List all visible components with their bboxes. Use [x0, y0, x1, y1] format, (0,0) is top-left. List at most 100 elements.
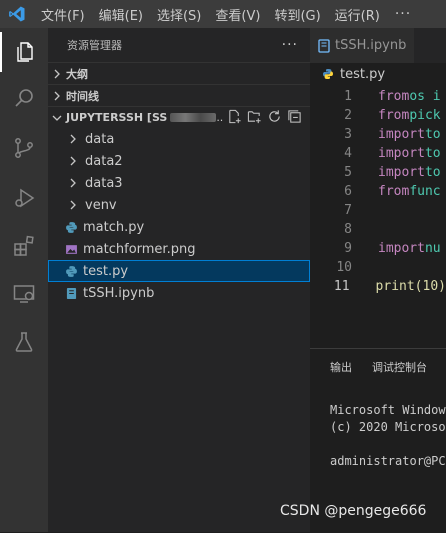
line-number: 1	[344, 89, 352, 104]
tree-folder[interactable]: data	[48, 128, 310, 150]
remote-explorer-icon[interactable]	[0, 274, 48, 314]
tree-file[interactable]: match.py	[48, 216, 310, 238]
code-keyword: from	[378, 89, 410, 104]
menu-item[interactable]: 选择(S)	[150, 5, 208, 24]
tree-item-label: tSSH.ipynb	[83, 285, 155, 301]
line-number: 3	[344, 127, 352, 142]
code-line: 6 from func	[310, 182, 446, 201]
image-file-icon	[63, 243, 79, 256]
collapse-all-icon[interactable]	[287, 109, 302, 127]
code-keyword: from	[378, 108, 410, 123]
code-text: nu	[424, 241, 441, 256]
terminal[interactable]: Microsoft Windows (c) 2020 Microsof admini…	[310, 385, 446, 471]
tree-file[interactable]: test.py	[48, 260, 310, 282]
explorer-title: 资源管理器	[67, 39, 122, 52]
code-keyword: import	[378, 165, 425, 180]
menu-item[interactable]: 转到(G)	[267, 5, 327, 24]
menu-item[interactable]: 查看(V)	[208, 5, 267, 24]
panel-tab[interactable]: 输出	[330, 359, 352, 375]
code-text: print(10)	[375, 279, 446, 294]
panel-tab[interactable]: 调试控制台	[372, 359, 427, 375]
menu-item[interactable]: 文件(F)	[34, 5, 92, 24]
line-number: 5	[344, 165, 352, 180]
section-outline[interactable]: 大纲	[48, 62, 310, 84]
tree-folder[interactable]: venv	[48, 194, 310, 216]
tree-item-label: data	[85, 131, 115, 147]
search-icon[interactable]	[0, 78, 48, 118]
chevron-right-icon	[65, 134, 81, 144]
breadcrumb-file: test.py	[340, 66, 386, 82]
line-number: 10	[336, 260, 352, 275]
code-text: func	[409, 184, 441, 199]
project-name: JUPYTERSSH [SS	[66, 111, 168, 124]
chevron-right-icon	[48, 69, 66, 79]
menu-more-icon[interactable]: ···	[387, 6, 419, 22]
code-editor[interactable]: 1 from os i 2 from pick 3 import to 4 import to…	[310, 87, 446, 296]
watermark: CSDN @pengege666	[280, 503, 427, 519]
panel-tabs: 输出 调试控制台	[310, 349, 446, 385]
tree-file[interactable]: tSSH.ipynb	[48, 282, 310, 304]
python-file-icon	[63, 221, 79, 234]
section-project[interactable]: JUPYTERSSH [SS ..	[48, 106, 310, 128]
ellipsis-text: ..	[216, 111, 224, 124]
new-file-icon[interactable]	[227, 109, 242, 127]
terminal-line: (c) 2020 Microsof	[330, 420, 446, 434]
code-line: 8	[310, 220, 446, 239]
section-timeline[interactable]: 时间线	[48, 84, 310, 106]
new-folder-icon[interactable]	[247, 109, 262, 127]
tree-folder[interactable]: data3	[48, 172, 310, 194]
python-file-icon	[63, 265, 79, 278]
notebook-file-icon	[318, 38, 330, 53]
run-debug-icon[interactable]	[0, 178, 48, 218]
chevron-right-icon	[65, 200, 81, 210]
menu-item[interactable]: 运行(R)	[328, 5, 387, 24]
refresh-icon[interactable]	[267, 109, 282, 127]
code-line: 10	[310, 258, 446, 277]
testing-icon[interactable]	[0, 322, 48, 362]
line-number: 8	[344, 222, 352, 237]
code-line: 11 print(10)	[310, 277, 446, 296]
code-line: 4 import to	[310, 144, 446, 163]
extensions-icon[interactable]	[0, 226, 48, 266]
section-timeline-label: 时间线	[66, 89, 99, 103]
tab-label: tSSH.ipynb	[335, 38, 407, 53]
activity-bar	[0, 28, 48, 532]
editor-tabs: tSSH.ipynb	[310, 28, 446, 63]
vscode-logo-icon	[0, 5, 34, 23]
section-outline-label: 大纲	[66, 67, 88, 81]
tab-tssh-ipynb[interactable]: tSSH.ipynb	[310, 28, 415, 63]
code-text: os i	[409, 89, 441, 104]
code-line: 3 import to	[310, 125, 446, 144]
chevron-down-icon	[48, 113, 66, 123]
explorer-icon[interactable]	[0, 32, 48, 72]
line-number: 9	[344, 241, 352, 256]
title-bar: 文件(F) 编辑(E) 选择(S) 查看(V) 转到(G) 运行(R) ···	[0, 0, 446, 28]
code-text: to	[424, 127, 441, 142]
tree-file[interactable]: matchformer.png	[48, 238, 310, 260]
tree-item-label: venv	[85, 197, 117, 213]
redacted-path	[170, 113, 217, 122]
code-keyword: from	[378, 184, 410, 199]
terminal-line: Microsoft Windows	[330, 403, 446, 417]
chevron-right-icon	[65, 178, 81, 188]
code-keyword: import	[378, 146, 425, 161]
file-tree: data data2 data3 venv match.py matchformer.pn…	[48, 128, 310, 304]
tree-item-label: matchformer.png	[83, 241, 196, 257]
source-control-icon[interactable]	[0, 128, 48, 168]
code-line: 5 import to	[310, 163, 446, 182]
tree-folder[interactable]: data2	[48, 150, 310, 172]
chevron-right-icon	[65, 156, 81, 166]
breadcrumb[interactable]: test.py	[310, 63, 446, 85]
chevron-right-icon	[48, 91, 66, 101]
line-number: 2	[344, 108, 352, 123]
explorer-more-icon[interactable]: ···	[282, 37, 298, 53]
menu-item[interactable]: 编辑(E)	[92, 5, 150, 24]
code-line: 2 from pick	[310, 106, 446, 125]
menu-bar: 文件(F) 编辑(E) 选择(S) 查看(V) 转到(G) 运行(R)	[34, 5, 387, 24]
explorer-header: 资源管理器 ···	[48, 28, 310, 62]
code-line: 1 from os i	[310, 87, 446, 106]
tree-item-label: data3	[85, 175, 123, 191]
explorer-actions	[227, 109, 310, 127]
terminal-line: administrator@PC-	[330, 454, 446, 468]
